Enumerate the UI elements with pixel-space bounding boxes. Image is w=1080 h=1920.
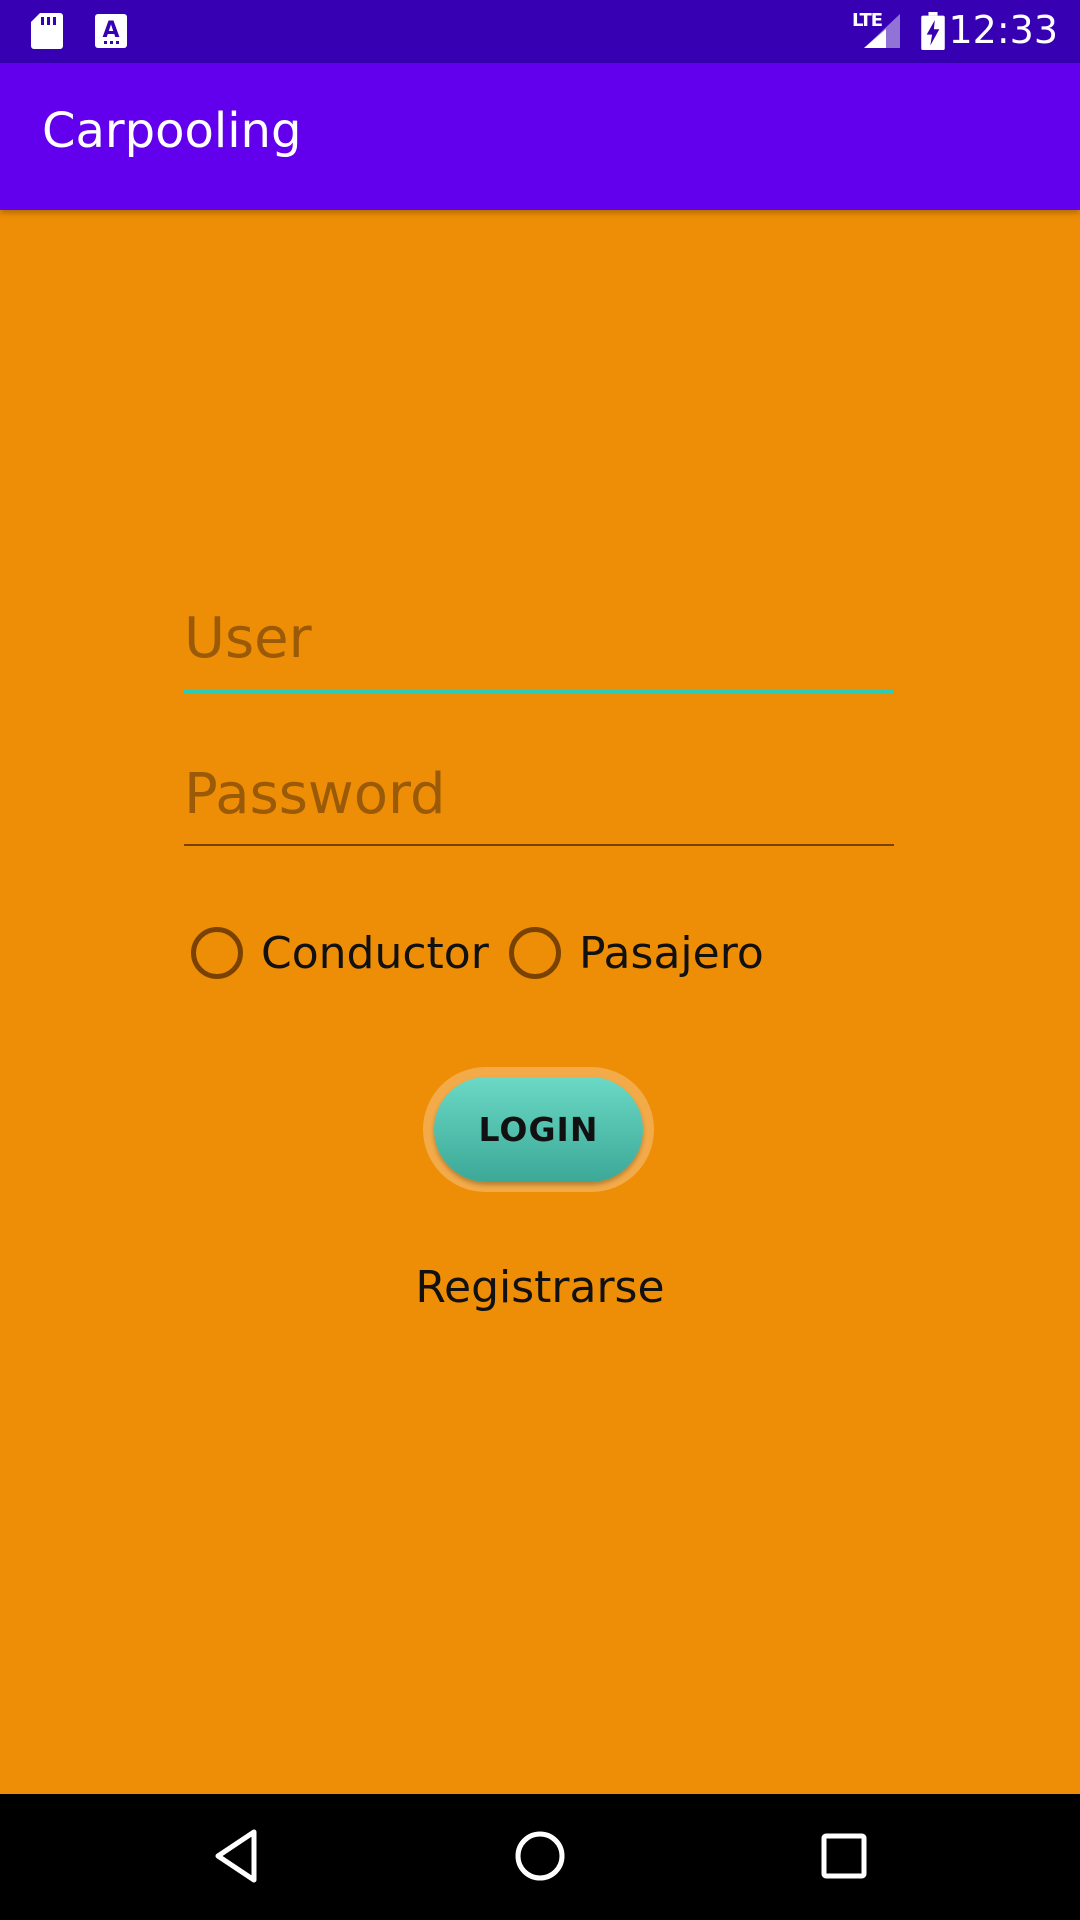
password-field-underline bbox=[184, 844, 894, 846]
svg-text:A: A bbox=[102, 18, 119, 43]
radio-conductor-label[interactable]: Conductor bbox=[261, 928, 489, 979]
clock: 12:33 bbox=[948, 8, 1058, 52]
sd-card-icon bbox=[31, 13, 63, 49]
register-link[interactable]: Registrarse bbox=[0, 1262, 1080, 1313]
user-field[interactable] bbox=[184, 598, 894, 694]
radio-pasajero[interactable]: Pasajero bbox=[509, 925, 764, 981]
radio-pasajero-label[interactable]: Pasajero bbox=[579, 928, 764, 979]
radio-circle-icon[interactable] bbox=[191, 927, 243, 979]
app-title: Carpooling bbox=[42, 103, 302, 159]
app-bar: Carpooling bbox=[0, 63, 1080, 210]
home-icon[interactable] bbox=[510, 1826, 570, 1886]
status-bar: A LTE 12:33 bbox=[0, 0, 1080, 63]
login-button-focus-ring: LOGIN bbox=[423, 1067, 654, 1192]
password-input[interactable] bbox=[184, 762, 894, 827]
user-input[interactable] bbox=[184, 606, 894, 671]
signal-icon bbox=[864, 14, 900, 48]
radio-conductor[interactable]: Conductor bbox=[191, 925, 489, 981]
text-recognition-icon: A bbox=[95, 14, 127, 48]
recents-icon[interactable] bbox=[818, 1826, 870, 1886]
user-field-underline bbox=[184, 689, 894, 694]
battery-charging-icon bbox=[921, 12, 945, 50]
password-field[interactable] bbox=[184, 752, 894, 846]
back-icon[interactable] bbox=[212, 1826, 262, 1886]
login-button[interactable]: LOGIN bbox=[434, 1077, 643, 1182]
radio-circle-icon[interactable] bbox=[509, 927, 561, 979]
navigation-bar bbox=[0, 1794, 1080, 1920]
